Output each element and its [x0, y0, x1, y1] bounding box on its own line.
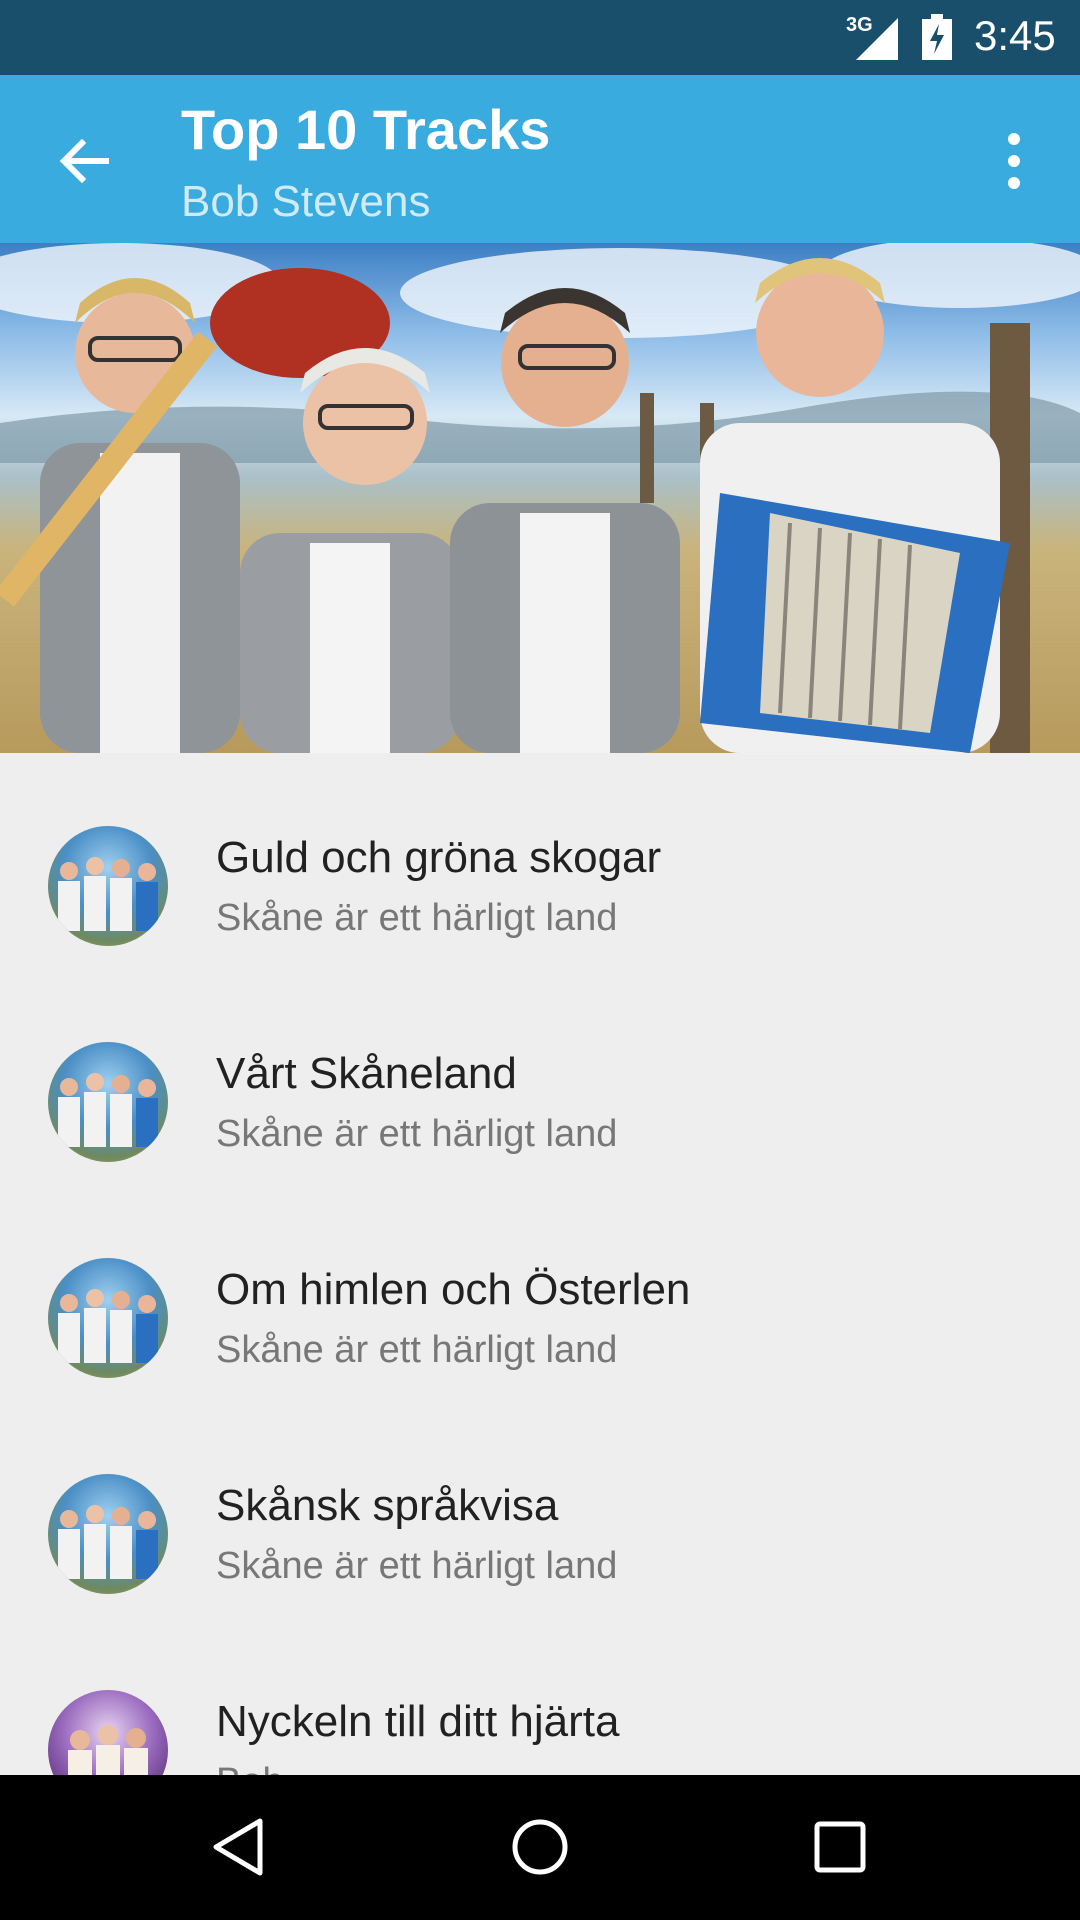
app-bar: Top 10 Tracks Bob Stevens — [0, 75, 1080, 243]
track-album: Skåne är ett härligt land — [216, 897, 618, 939]
battery-charging-icon — [922, 14, 952, 60]
album-art-thumbnail — [48, 1474, 168, 1594]
track-album: Skåne är ett härligt land — [216, 1329, 618, 1371]
more-vert-icon[interactable] — [996, 129, 1032, 193]
system-nav-bar — [0, 1775, 1080, 1920]
triangle-back-icon[interactable] — [208, 1815, 272, 1879]
track-title: Om himlen och Österlen — [216, 1265, 691, 1314]
track-item[interactable]: Nyckeln till ditt hjärta Bob... — [0, 1617, 1080, 1775]
page-subtitle: Bob Stevens — [181, 177, 431, 226]
track-item[interactable]: Om himlen och Österlen Skåne är ett härl… — [0, 1185, 1080, 1401]
status-bar: 3G 3:45 — [0, 0, 1080, 75]
track-album: Bob... — [216, 1761, 315, 1775]
album-art-thumbnail — [48, 1042, 168, 1162]
album-art-thumbnail — [48, 826, 168, 946]
track-album: Skåne är ett härligt land — [216, 1545, 618, 1587]
album-art-thumbnail — [48, 1690, 168, 1775]
track-item[interactable]: Guld och gröna skogar Skåne är ett härli… — [0, 753, 1080, 969]
artist-banner-image — [0, 243, 1080, 753]
track-title: Nyckeln till ditt hjärta — [216, 1697, 620, 1746]
arrow-left-icon[interactable] — [50, 127, 118, 195]
square-recents-icon[interactable] — [808, 1815, 872, 1879]
signal-icon — [856, 18, 898, 60]
track-title: Skånsk språkvisa — [216, 1481, 559, 1530]
page-title: Top 10 Tracks — [181, 98, 551, 161]
track-item[interactable]: Vårt Skåneland Skåne är ett härligt land — [0, 969, 1080, 1185]
track-list[interactable]: Guld och gröna skogar Skåne är ett härli… — [0, 753, 1080, 1775]
album-art-thumbnail — [48, 1258, 168, 1378]
circle-home-icon[interactable] — [508, 1815, 572, 1879]
track-album: Skåne är ett härligt land — [216, 1113, 618, 1155]
track-item[interactable]: Skånsk språkvisa Skåne är ett härligt la… — [0, 1401, 1080, 1617]
status-time: 3:45 — [974, 12, 1056, 59]
track-title: Vårt Skåneland — [216, 1049, 517, 1098]
band-photo — [0, 243, 1080, 753]
track-title: Guld och gröna skogar — [216, 833, 662, 882]
